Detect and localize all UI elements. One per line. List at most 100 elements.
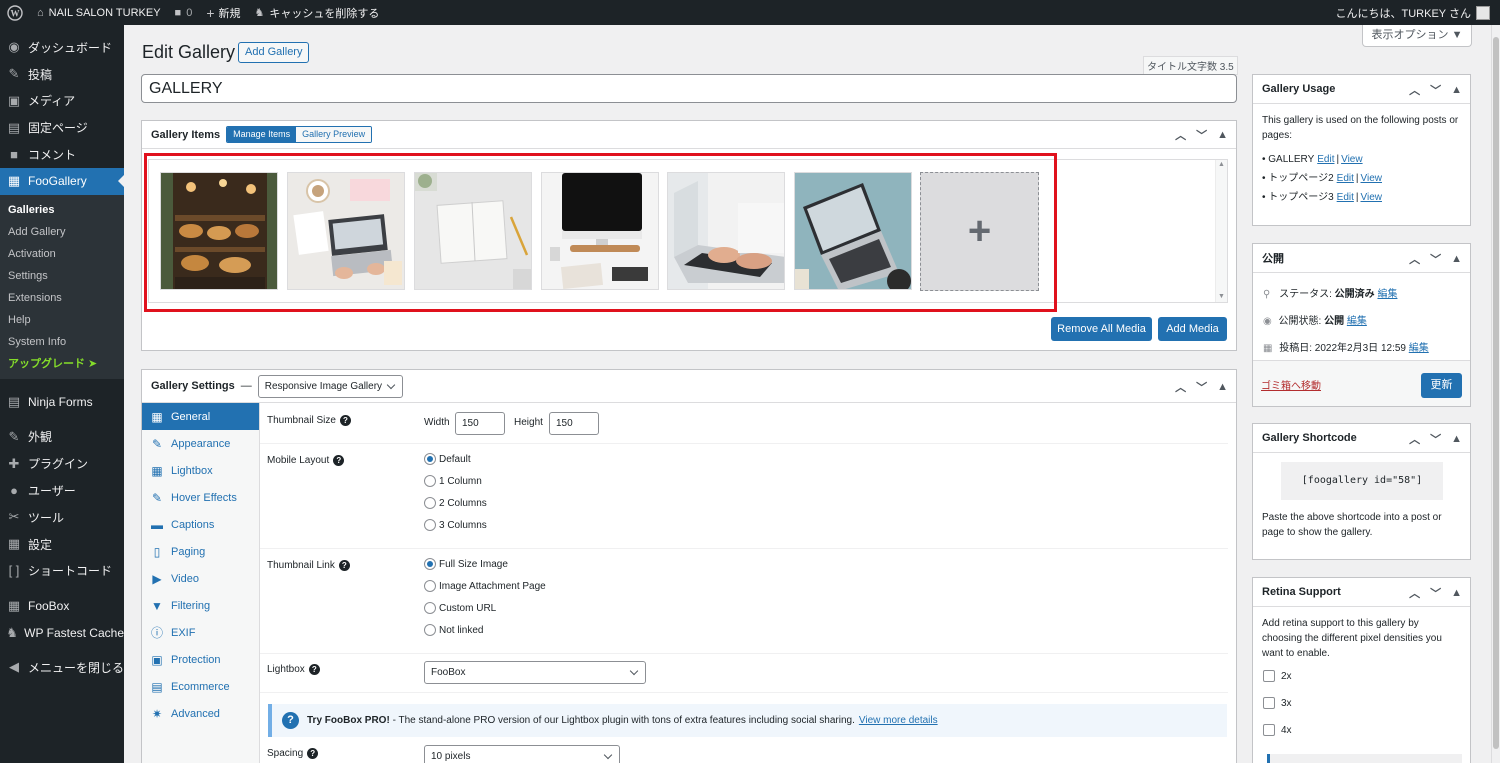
radio-image-attachment-page[interactable]: Image Attachment Page [424, 580, 546, 592]
move-to-trash-link[interactable]: ゴミ箱へ移動 [1261, 377, 1321, 392]
collapse-toggle-icon[interactable]: ▲ [1217, 381, 1228, 393]
radio-circle[interactable] [424, 453, 436, 465]
radio-3-columns[interactable]: 3 Columns [424, 519, 487, 531]
collapse-toggle-icon[interactable]: ▲ [1451, 433, 1462, 445]
move-up-icon[interactable]: ︿ [1409, 82, 1420, 98]
radio-circle[interactable] [424, 624, 436, 636]
usage-edit-link[interactable]: Edit [1337, 173, 1354, 184]
gallery-template-select[interactable]: Responsive Image Gallery [257, 374, 403, 398]
move-up-icon[interactable]: ︿ [1409, 251, 1420, 267]
collapse-toggle-icon[interactable]: ▲ [1217, 129, 1228, 141]
width-input[interactable]: 150 [455, 412, 505, 435]
sidebar-item-ninja-forms[interactable]: ▤ Ninja Forms [0, 389, 124, 416]
sidebar-item-items_bottom-9[interactable]: ◀ メニューを閉じる [0, 654, 124, 681]
update-button[interactable]: 更新 [1421, 373, 1462, 398]
tab-general[interactable]: ▦ General [142, 403, 259, 430]
add-media-button[interactable]: Add Media [1158, 317, 1227, 341]
help-icon[interactable]: ? [339, 415, 351, 426]
checkbox[interactable] [1263, 670, 1275, 683]
radio-custom-url[interactable]: Custom URL [424, 602, 496, 614]
sidebar-item-items_bottom-4[interactable]: ✂ ツール [0, 504, 124, 531]
help-icon[interactable]: ? [338, 560, 350, 571]
screen-options-button[interactable]: 表示オプション ▼ [1362, 25, 1472, 47]
retina-option-3x[interactable]: 3x [1263, 696, 1470, 723]
move-up-icon[interactable]: ︿ [1175, 379, 1186, 395]
move-down-icon[interactable]: ﹀ [1430, 251, 1441, 267]
move-down-icon[interactable]: ﹀ [1430, 82, 1441, 98]
tab-paging[interactable]: ▯ Paging [142, 538, 259, 565]
submenu-help[interactable]: Help [0, 309, 124, 331]
usage-edit-link[interactable]: Edit [1337, 192, 1354, 203]
move-down-icon[interactable]: ﹀ [1430, 585, 1441, 601]
radio-circle[interactable] [424, 519, 436, 531]
help-icon[interactable]: ? [333, 455, 345, 466]
radio-default[interactable]: Default [424, 453, 471, 465]
comments-link[interactable]: ■ 0 [168, 0, 200, 25]
tab-ecommerce[interactable]: ▤ Ecommerce [142, 673, 259, 700]
tab-captions[interactable]: ▬ Captions [142, 511, 259, 538]
remove-all-media-button[interactable]: Remove All Media [1051, 317, 1152, 341]
visibility-edit-link[interactable]: 編集 [1347, 316, 1367, 327]
page-scrollbar[interactable] [1491, 25, 1500, 763]
height-input[interactable]: 150 [549, 412, 599, 435]
gallery-title-input[interactable]: GALLERY [141, 74, 1237, 103]
items-scrollbar[interactable]: ▲ ▼ [1215, 160, 1227, 302]
view-details-link[interactable]: View more details [859, 715, 938, 726]
sidebar-item-items_top-3[interactable]: ▤ 固定ページ [0, 114, 124, 141]
sidebar-item-items_top-0[interactable]: ◉ ダッシュボード [0, 34, 124, 61]
sidebar-item-wp-fastest-cache[interactable]: ♞ WP Fastest Cache [0, 619, 124, 646]
account-menu[interactable]: こんにちは、TURKEY さん [1329, 0, 1500, 25]
tab-manage-items[interactable]: Manage Items [227, 127, 297, 142]
collapse-toggle-icon[interactable]: ▲ [1451, 253, 1462, 265]
radio-circle[interactable] [424, 558, 436, 570]
tab-hover-effects[interactable]: ✎ Hover Effects [142, 484, 259, 511]
tab-lightbox[interactable]: ▦ Lightbox [142, 457, 259, 484]
usage-view-link[interactable]: View [1361, 173, 1383, 184]
sidebar-item-items_top-2[interactable]: ▣ メディア [0, 88, 124, 115]
lightbox-select[interactable]: FooBox [424, 661, 646, 684]
sidebar-item-items_bottom-6[interactable]: [ ] ショートコード [0, 558, 124, 585]
radio-1-column[interactable]: 1 Column [424, 475, 482, 487]
sidebar-item-foogallery[interactable]: ▦ FooGallery [0, 167, 124, 195]
radio-2-columns[interactable]: 2 Columns [424, 497, 487, 509]
tab-advanced[interactable]: ✷ Advanced [142, 700, 259, 727]
submenu-extensions[interactable]: Extensions [0, 287, 124, 309]
radio-circle[interactable] [424, 497, 436, 509]
sidebar-item-items_bottom-5[interactable]: ▦ 設定 [0, 531, 124, 558]
sidebar-item-items_top-1[interactable]: ✎ 投稿 [0, 61, 124, 88]
submenu-system-info[interactable]: System Info [0, 331, 124, 353]
move-up-icon[interactable]: ︿ [1175, 127, 1186, 143]
checkbox[interactable] [1263, 724, 1275, 737]
help-icon[interactable]: ? [308, 664, 320, 675]
tab-exif[interactable]: ⓘ EXIF [142, 619, 259, 646]
move-down-icon[interactable]: ﹀ [1196, 127, 1207, 143]
add-gallery-button[interactable]: Add Gallery [238, 42, 310, 63]
collapse-toggle-icon[interactable]: ▲ [1451, 587, 1462, 599]
site-name-link[interactable]: ⌂ NAIL SALON TURKEY [30, 0, 168, 25]
tab-protection[interactable]: ▣ Protection [142, 646, 259, 673]
sidebar-item-foobox[interactable]: ▦ FooBox [0, 592, 124, 619]
status-edit-link[interactable]: 編集 [1377, 289, 1397, 300]
spacing-select[interactable]: 10 pixels [424, 745, 620, 763]
sidebar-item-items_bottom-2[interactable]: ✚ プラグイン [0, 450, 124, 477]
sidebar-item-items_bottom-3[interactable]: ● ユーザー [0, 477, 124, 504]
move-up-icon[interactable]: ︿ [1409, 585, 1420, 601]
page-scroll-thumb[interactable] [1493, 37, 1499, 749]
sidebar-item-items_top-4[interactable]: ■ コメント [0, 141, 124, 168]
help-icon[interactable]: ? [307, 748, 319, 759]
radio-not-linked[interactable]: Not linked [424, 624, 483, 636]
retina-option-2x[interactable]: 2x [1263, 669, 1470, 696]
submenu-activation[interactable]: Activation [0, 243, 124, 265]
date-edit-link[interactable]: 編集 [1409, 343, 1429, 354]
submenu-galleries[interactable]: Galleries [0, 199, 124, 221]
wordpress-logo-icon[interactable]: W [0, 0, 30, 25]
tab-filtering[interactable]: ▼ Filtering [142, 592, 259, 619]
move-down-icon[interactable]: ﹀ [1196, 379, 1207, 395]
move-up-icon[interactable]: ︿ [1409, 431, 1420, 447]
collapse-toggle-icon[interactable]: ▲ [1451, 84, 1462, 96]
usage-edit-link[interactable]: Edit [1317, 154, 1334, 165]
radio-full-size-image[interactable]: Full Size Image [424, 558, 508, 570]
submenu-settings[interactable]: Settings [0, 265, 124, 287]
tab-gallery-preview[interactable]: Gallery Preview [296, 127, 372, 142]
shortcode-text[interactable]: [foogallery id="58"] [1281, 462, 1443, 500]
